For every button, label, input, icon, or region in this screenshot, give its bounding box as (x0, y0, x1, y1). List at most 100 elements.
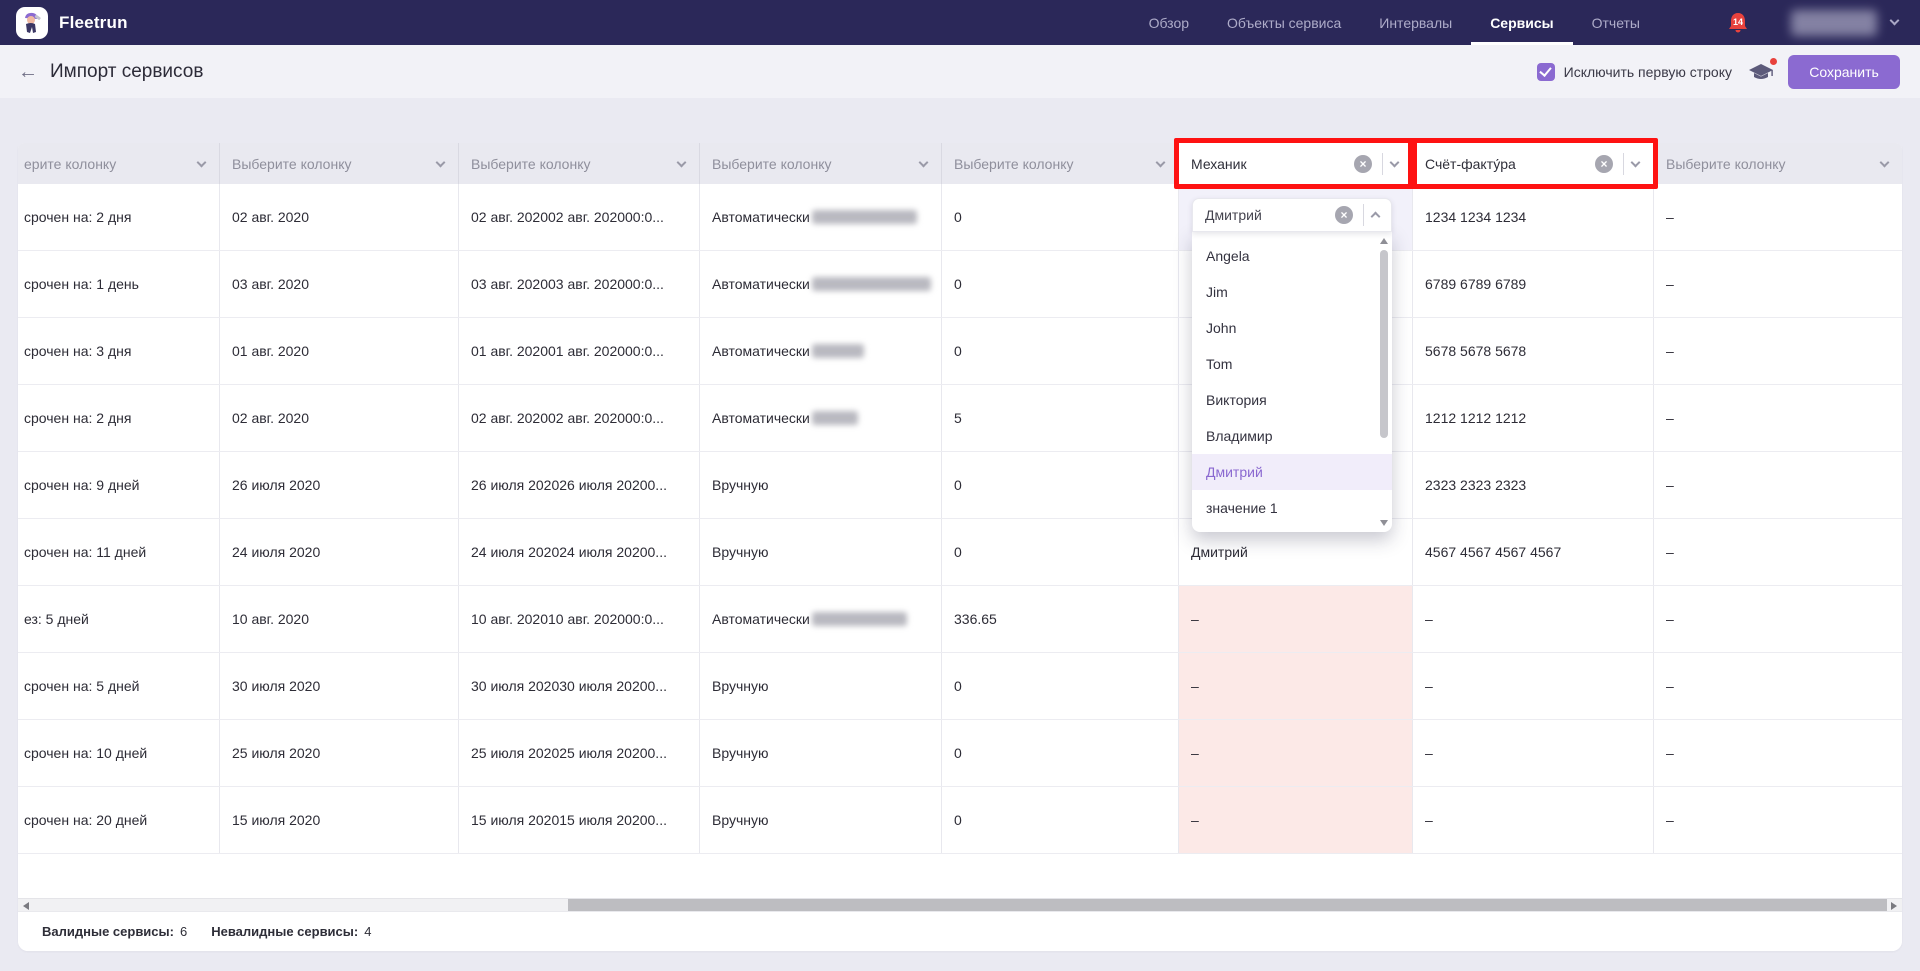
chevron-down-icon[interactable] (677, 157, 687, 167)
cell-r8-c3[interactable]: 30 июля 202030 июля 20200... (459, 653, 700, 719)
cell-r8-c7[interactable]: – (1413, 653, 1654, 719)
nav-tab-intervaly[interactable]: Интервалы (1360, 0, 1471, 45)
cell-r4-c1[interactable]: срочен на: 2 дня (18, 385, 220, 451)
cell-r3-c2[interactable]: 01 авг. 2020 (220, 318, 459, 384)
cell-r5-c7[interactable]: 2323 2323 2323 (1413, 452, 1654, 518)
cell-r2-c8[interactable]: – (1654, 251, 1902, 317)
cell-r10-c7[interactable]: – (1413, 787, 1654, 853)
cell-r4-c7[interactable]: 1212 1212 1212 (1413, 385, 1654, 451)
cell-r6-c7[interactable]: 4567 4567 4567 4567 (1413, 519, 1654, 585)
nav-tab-otchety[interactable]: Отчеты (1573, 0, 1659, 45)
dropdown-option[interactable]: Виктория (1192, 382, 1392, 418)
cell-r7-c4[interactable]: Автоматически (700, 586, 942, 652)
cell-r5-c8[interactable]: – (1654, 452, 1902, 518)
cell-r7-c7[interactable]: – (1413, 586, 1654, 652)
cell-r5-c4[interactable]: Вручную (700, 452, 942, 518)
cell-r4-c3[interactable]: 02 авг. 202002 авг. 202000:0... (459, 385, 700, 451)
column-select-6[interactable]: Механик× (1179, 143, 1413, 184)
cell-r4-c5[interactable]: 5 (942, 385, 1179, 451)
chevron-up-icon[interactable] (1371, 212, 1381, 222)
dropdown-option[interactable]: Владимир (1192, 418, 1392, 454)
scroll-up-arrow-icon[interactable] (1380, 238, 1388, 244)
dropdown-option[interactable]: значение 1 (1192, 490, 1392, 526)
cell-r1-c2[interactable]: 02 авг. 2020 (220, 184, 459, 250)
cell-r3-c8[interactable]: – (1654, 318, 1902, 384)
cell-r1-c3[interactable]: 02 авг. 202002 авг. 202000:0... (459, 184, 700, 250)
cell-r10-c6[interactable]: – (1179, 787, 1413, 853)
cell-r6-c2[interactable]: 24 июля 2020 (220, 519, 459, 585)
scroll-left-arrow-icon[interactable] (23, 902, 29, 910)
cell-r3-c1[interactable]: срочен на: 3 дня (18, 318, 220, 384)
cell-r8-c8[interactable]: – (1654, 653, 1902, 719)
column-select-7[interactable]: Счёт-факту́ра× (1413, 143, 1654, 184)
cell-r7-c2[interactable]: 10 авг. 2020 (220, 586, 459, 652)
chevron-down-icon[interactable] (919, 157, 929, 167)
clear-value-icon[interactable]: × (1335, 206, 1353, 224)
cell-r4-c8[interactable]: – (1654, 385, 1902, 451)
back-button[interactable]: ← (18, 62, 38, 82)
cell-r7-c1[interactable]: ез: 5 дней (18, 586, 220, 652)
cell-r4-c4[interactable]: Автоматически (700, 385, 942, 451)
cell-r7-c5[interactable]: 336.65 (942, 586, 1179, 652)
cell-r5-c2[interactable]: 26 июля 2020 (220, 452, 459, 518)
cell-r9-c5[interactable]: 0 (942, 720, 1179, 786)
cell-r2-c3[interactable]: 03 авг. 202003 авг. 202000:0... (459, 251, 700, 317)
cell-r9-c6[interactable]: – (1179, 720, 1413, 786)
column-select-8[interactable]: Выберите колонку (1654, 143, 1902, 184)
notifications-button[interactable]: 14 (1725, 10, 1751, 36)
cell-r1-c4[interactable]: Автоматически (700, 184, 942, 250)
cell-r3-c5[interactable]: 0 (942, 318, 1179, 384)
cell-r2-c4[interactable]: Автоматически (700, 251, 942, 317)
nav-tab-servisy[interactable]: Сервисы (1471, 0, 1572, 45)
dropdown-scrollbar-thumb[interactable] (1380, 250, 1388, 438)
exclude-first-row-checkbox[interactable] (1537, 63, 1555, 81)
cell-r9-c2[interactable]: 25 июля 2020 (220, 720, 459, 786)
cell-r9-c1[interactable]: срочен на: 10 дней (18, 720, 220, 786)
mechanic-cell-editor[interactable]: Дмитрий × (1192, 198, 1392, 232)
cell-r9-c3[interactable]: 25 июля 202025 июля 20200... (459, 720, 700, 786)
cell-r6-c1[interactable]: срочен на: 11 дней (18, 519, 220, 585)
help-tour-button[interactable] (1748, 62, 1774, 82)
cell-r10-c3[interactable]: 15 июля 202015 июля 20200... (459, 787, 700, 853)
cell-r8-c2[interactable]: 30 июля 2020 (220, 653, 459, 719)
chevron-down-icon[interactable] (1880, 157, 1890, 167)
save-button[interactable]: Сохранить (1788, 55, 1900, 89)
cell-r1-c7[interactable]: 1234 1234 1234 (1413, 184, 1654, 250)
nav-tab-obekty-servisa[interactable]: Объекты сервиса (1208, 0, 1360, 45)
cell-r6-c8[interactable]: – (1654, 519, 1902, 585)
cell-r10-c2[interactable]: 15 июля 2020 (220, 787, 459, 853)
chevron-down-icon[interactable] (1390, 157, 1400, 167)
cell-r9-c7[interactable]: – (1413, 720, 1654, 786)
column-select-1[interactable]: ерите колонку (18, 143, 220, 184)
chevron-down-icon[interactable] (1156, 157, 1166, 167)
dropdown-scrollbar[interactable] (1378, 236, 1390, 528)
cell-r1-c8[interactable]: – (1654, 184, 1902, 250)
cell-r8-c4[interactable]: Вручную (700, 653, 942, 719)
cell-r10-c5[interactable]: 0 (942, 787, 1179, 853)
clear-column-icon[interactable]: × (1354, 155, 1372, 173)
cell-r1-c1[interactable]: срочен на: 2 дня (18, 184, 220, 250)
cell-r2-c1[interactable]: срочен на: 1 день (18, 251, 220, 317)
cell-r9-c8[interactable]: – (1654, 720, 1902, 786)
chevron-down-icon[interactable] (436, 157, 446, 167)
cell-r8-c1[interactable]: срочен на: 5 дней (18, 653, 220, 719)
dropdown-option[interactable]: Jim (1192, 274, 1392, 310)
scrollbar-thumb[interactable] (568, 899, 1887, 911)
clear-column-icon[interactable]: × (1595, 155, 1613, 173)
cell-r8-c6[interactable]: – (1179, 653, 1413, 719)
cell-r4-c2[interactable]: 02 авг. 2020 (220, 385, 459, 451)
user-menu[interactable] (1791, 10, 1898, 36)
cell-r6-c5[interactable]: 0 (942, 519, 1179, 585)
cell-r10-c4[interactable]: Вручную (700, 787, 942, 853)
chevron-down-icon[interactable] (1631, 157, 1641, 167)
nav-tab-obzor[interactable]: Обзор (1130, 0, 1208, 45)
cell-r2-c5[interactable]: 0 (942, 251, 1179, 317)
cell-r5-c3[interactable]: 26 июля 202026 июля 20200... (459, 452, 700, 518)
cell-r2-c7[interactable]: 6789 6789 6789 (1413, 251, 1654, 317)
dropdown-option[interactable]: Дмитрий (1192, 454, 1392, 490)
column-select-5[interactable]: Выберите колонку (942, 143, 1179, 184)
dropdown-option[interactable]: John (1192, 310, 1392, 346)
cell-r7-c8[interactable]: – (1654, 586, 1902, 652)
column-select-4[interactable]: Выберите колонку (700, 143, 942, 184)
cell-r2-c2[interactable]: 03 авг. 2020 (220, 251, 459, 317)
